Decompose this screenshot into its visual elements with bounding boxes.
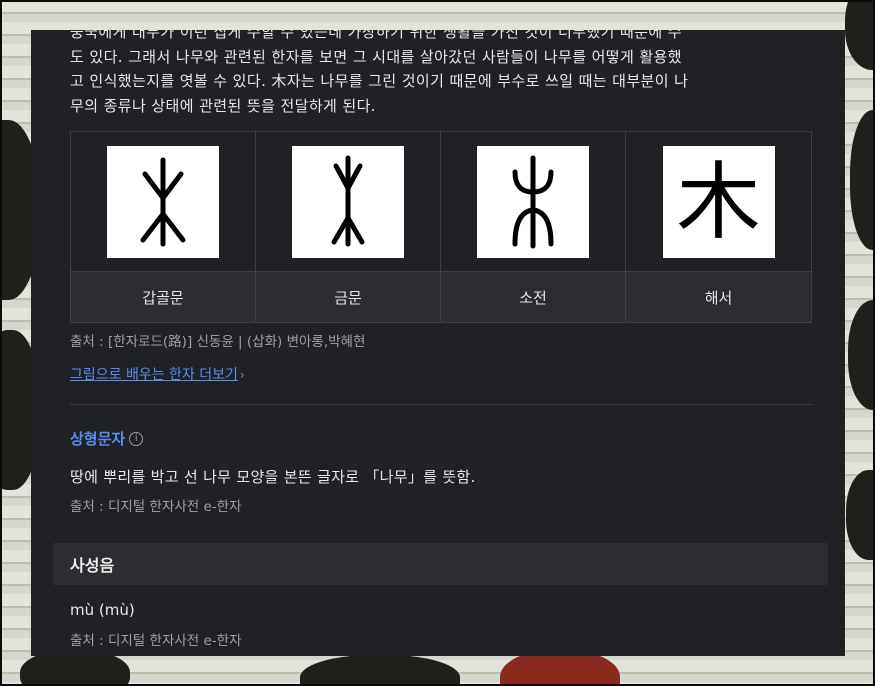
intro-line: 무의 종류나 상태에 관련된 뜻을 전달하게 된다. <box>70 96 376 115</box>
more-link-label: 그림으로 배우는 한자 더보기 <box>70 367 238 383</box>
glyph-label-regular-script: 해서 <box>626 272 811 322</box>
oracle-bone-glyph-image <box>107 145 219 258</box>
regular-script-character: 木 <box>676 152 761 251</box>
pictograph-source: 출처 : 디지털 한자사전 e-한자 <box>70 499 242 515</box>
pictograph-heading: 상형문자 i <box>70 428 144 449</box>
dictionary-panel: 중국에게 대무가 이런 집게 수할 수 있는데 가장하기 위한 생활을 가진 것… <box>31 30 845 656</box>
intro-line: 중국에게 대무가 이런 집게 수할 수 있는데 가장하기 위한 생활을 가진 것… <box>70 30 682 41</box>
bronze-glyph-image <box>292 145 404 258</box>
glyph-evolution-table: 木 갑골문 금문 소전 해서 <box>70 131 812 323</box>
chevron-right-icon: › <box>239 368 245 382</box>
pronunciation-header: 사성음 <box>70 556 115 575</box>
more-illustrated-hanja-link[interactable]: 그림으로 배우는 한자 더보기 › <box>70 364 245 384</box>
pictograph-meaning: 땅에 뿌리를 박고 선 나무 모양을 본뜬 글자로 「나무」를 뜻함. <box>70 468 476 486</box>
glyph-source-text: 출처 : [한자로드(路)] 신동윤 | (삽화) 변아롱,박혜현 <box>70 334 366 350</box>
pictograph-title: 상형문자 <box>70 430 126 448</box>
seal-script-glyph-image <box>477 145 589 258</box>
glyph-label-bronze: 금문 <box>256 272 441 322</box>
pronunciation-source: 출처 : 디지털 한자사전 e-한자 <box>70 633 242 649</box>
seal-script-cell <box>441 132 626 272</box>
section-divider <box>70 404 812 405</box>
pinyin-reading: mù (mù) <box>70 601 135 619</box>
glyph-label-seal-script: 소전 <box>441 272 626 322</box>
intro-line: 도 있다. 그래서 나무와 관련된 한자를 보면 그 시대를 살아갔던 사람들이… <box>70 47 682 66</box>
oracle-bone-cell <box>71 132 256 272</box>
regular-script-glyph-image: 木 <box>662 145 775 258</box>
pronunciation-header-bar: 사성음 <box>53 543 828 585</box>
info-icon[interactable]: i <box>129 431 144 446</box>
intro-text: 중국에게 대무가 이런 집게 수할 수 있는데 가장하기 위한 생활을 가진 것… <box>70 30 810 118</box>
bronze-cell <box>256 132 441 272</box>
regular-script-cell: 木 <box>626 132 811 272</box>
glyph-label-oracle-bone: 갑골문 <box>71 272 256 322</box>
intro-line: 고 인식했는지를 엿볼 수 있다. 木자는 나무를 그린 것이기 때문에 부수로… <box>70 72 689 90</box>
